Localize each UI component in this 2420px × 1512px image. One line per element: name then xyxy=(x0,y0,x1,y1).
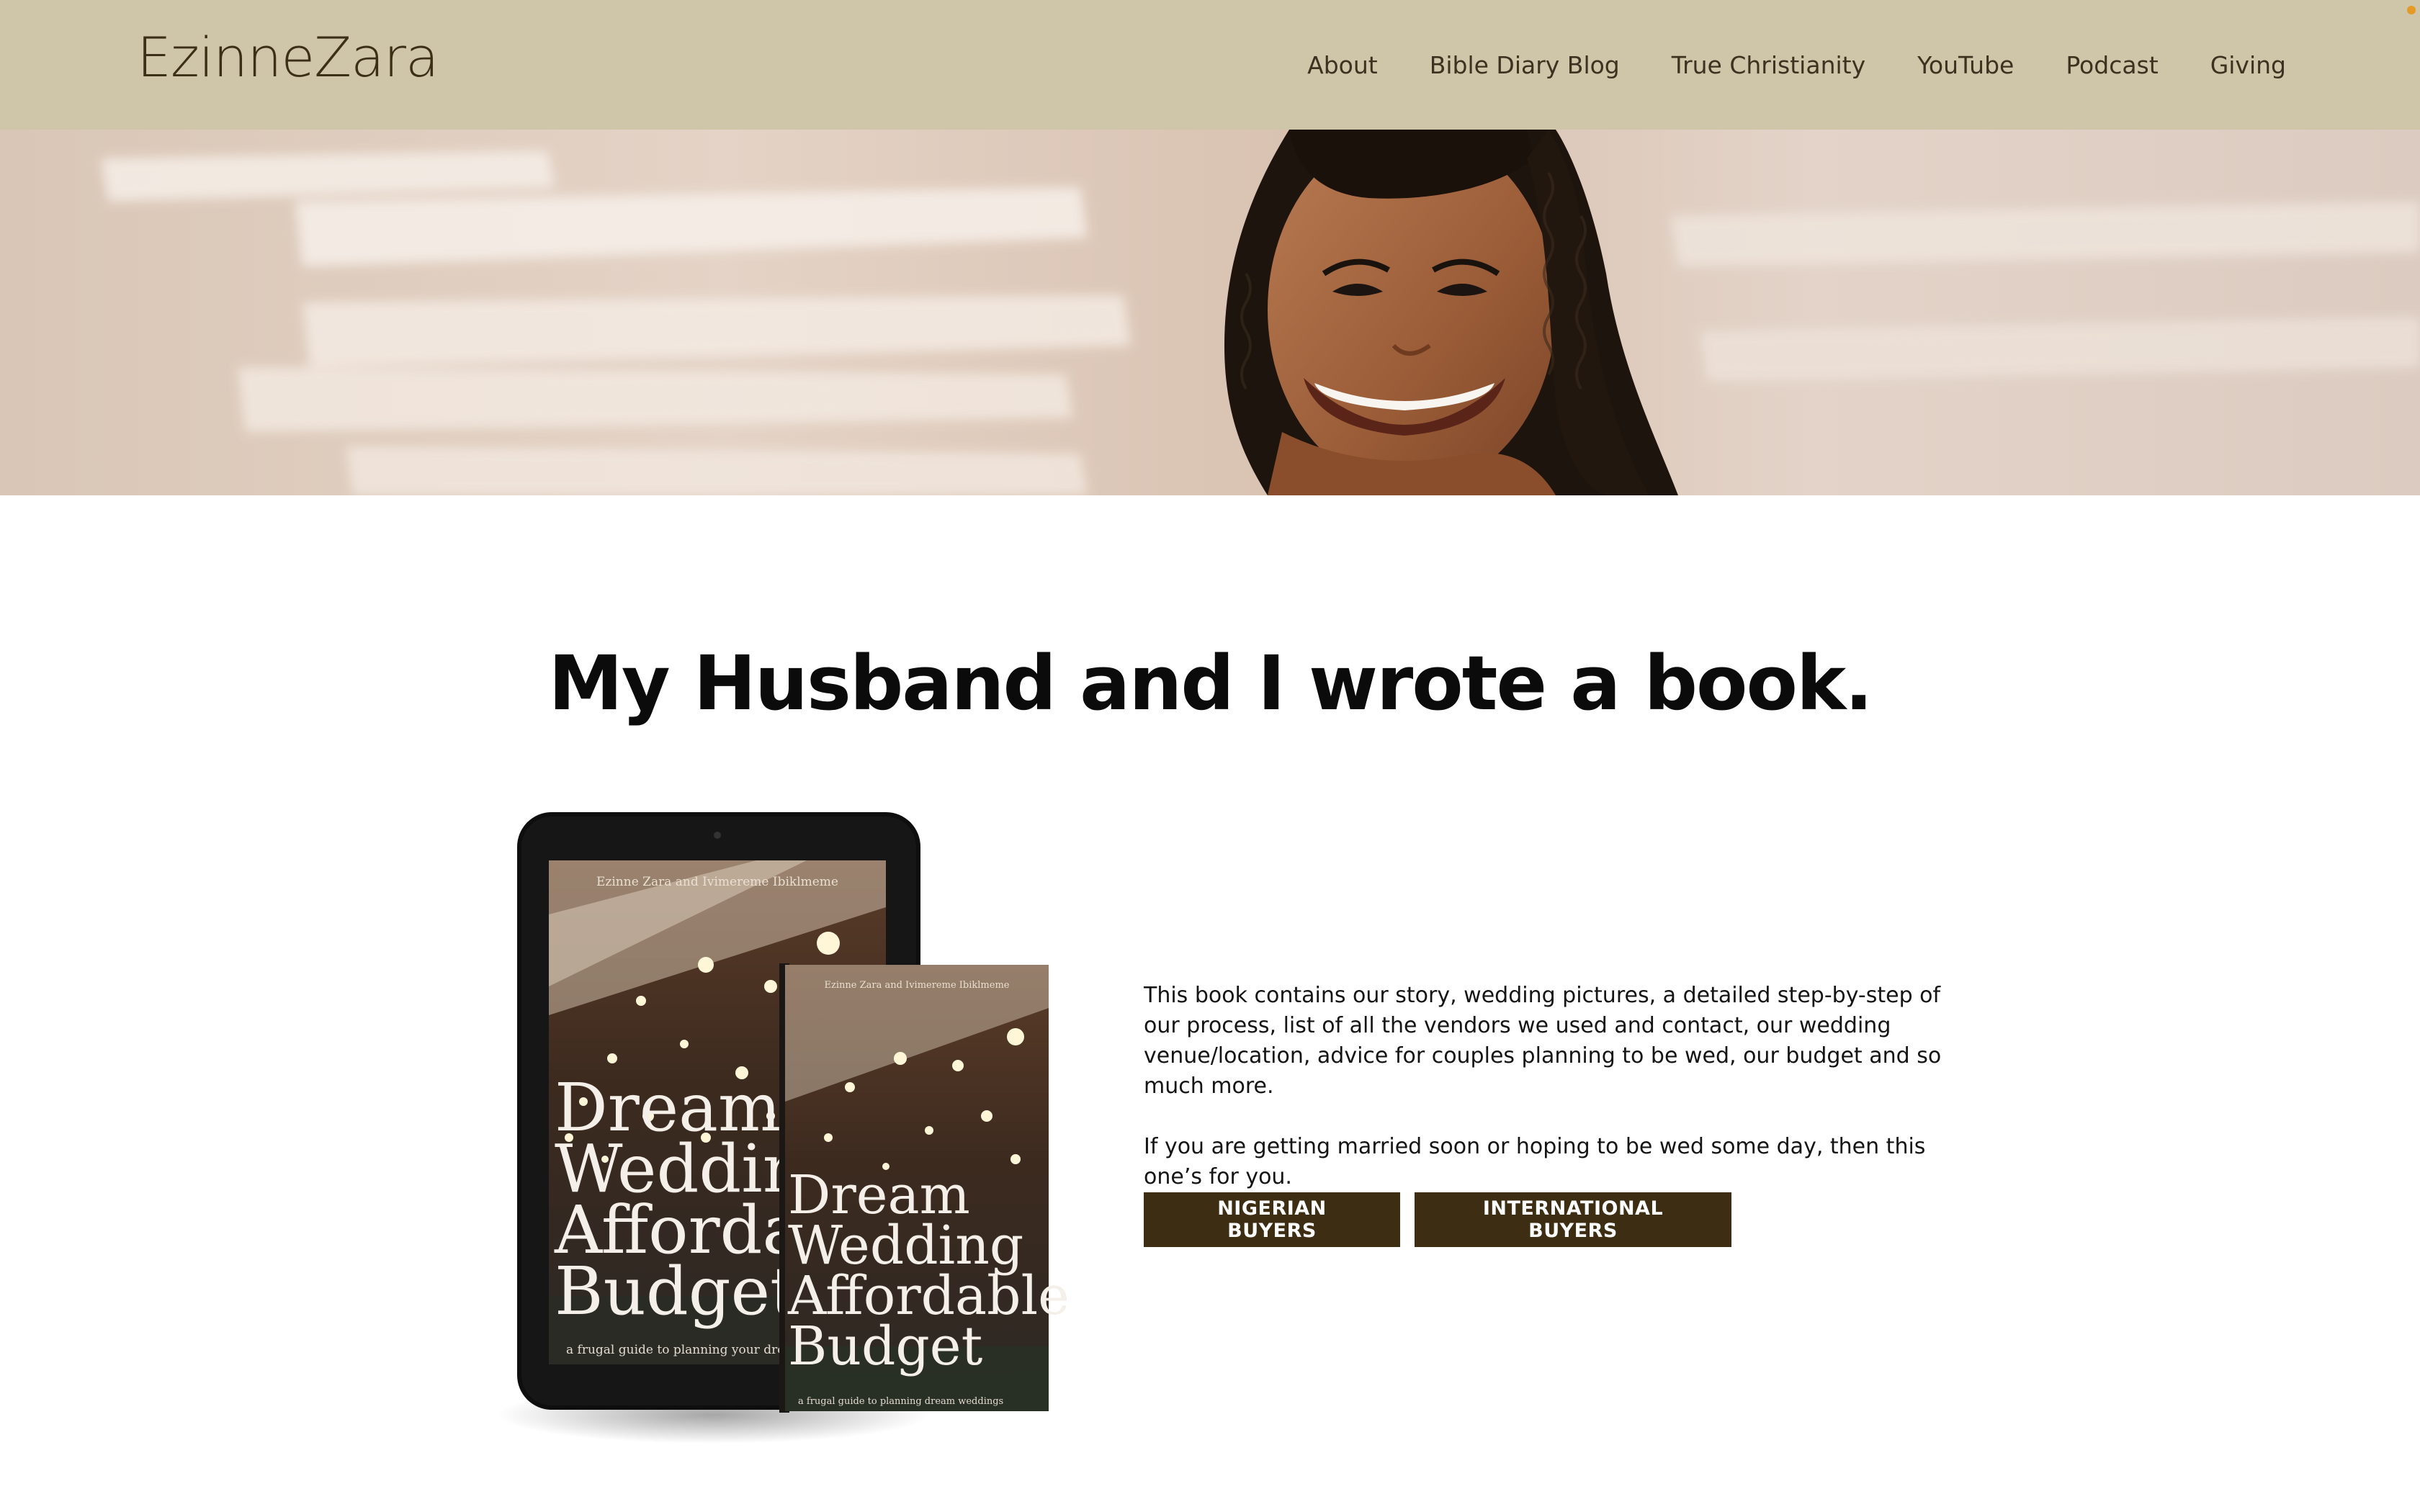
description-paragraph-1: This book contains our story, wedding pi… xyxy=(1144,983,1942,1099)
svg-text:Budget: Budget xyxy=(788,1315,983,1377)
notification-dot-icon xyxy=(2407,6,2416,14)
hero-portrait-image xyxy=(101,130,2420,495)
book-mockup-image: Ezinne Zara and Ivimereme Ibiklmeme Drea… xyxy=(468,799,1088,1483)
tablet-cover-authors: Ezinne Zara and Ivimereme Ibiklmeme xyxy=(596,875,838,889)
nigerian-buyers-button[interactable]: NIGERIAN BUYERS xyxy=(1144,1192,1400,1247)
buy-buttons: NIGERIAN BUYERS INTERNATIONAL BUYERS xyxy=(1144,1192,1731,1247)
nav-youtube[interactable]: YouTube xyxy=(1917,51,2014,79)
page-headline: My Husband and I wrote a book. xyxy=(548,639,1873,727)
nav-true-christianity[interactable]: True Christianity xyxy=(1672,51,1865,79)
nav-bible-diary-blog[interactable]: Bible Diary Blog xyxy=(1430,51,1620,79)
site-logo[interactable]: EzinneZara xyxy=(137,30,439,85)
site-header: EzinneZara About Bible Diary Blog True C… xyxy=(0,0,2420,130)
nav-giving[interactable]: Giving xyxy=(2210,51,2286,79)
nav-about[interactable]: About xyxy=(1307,51,1378,79)
book-cover-authors: Ezinne Zara and Ivimereme Ibiklmeme xyxy=(825,980,1010,991)
hero-banner xyxy=(0,130,2420,495)
main-nav: About Bible Diary Blog True Christianity… xyxy=(1307,0,2286,130)
international-buyers-button[interactable]: INTERNATIONAL BUYERS xyxy=(1415,1192,1731,1247)
book-cover-subtitle: a frugal guide to planning dream wedding… xyxy=(798,1396,1003,1407)
nav-podcast[interactable]: Podcast xyxy=(2066,51,2158,79)
description-paragraph-2: If you are getting married soon or hopin… xyxy=(1144,1134,1926,1189)
svg-text:Budget: Budget xyxy=(555,1253,797,1330)
book-description: This book contains our story, wedding pi… xyxy=(1144,981,1979,1223)
